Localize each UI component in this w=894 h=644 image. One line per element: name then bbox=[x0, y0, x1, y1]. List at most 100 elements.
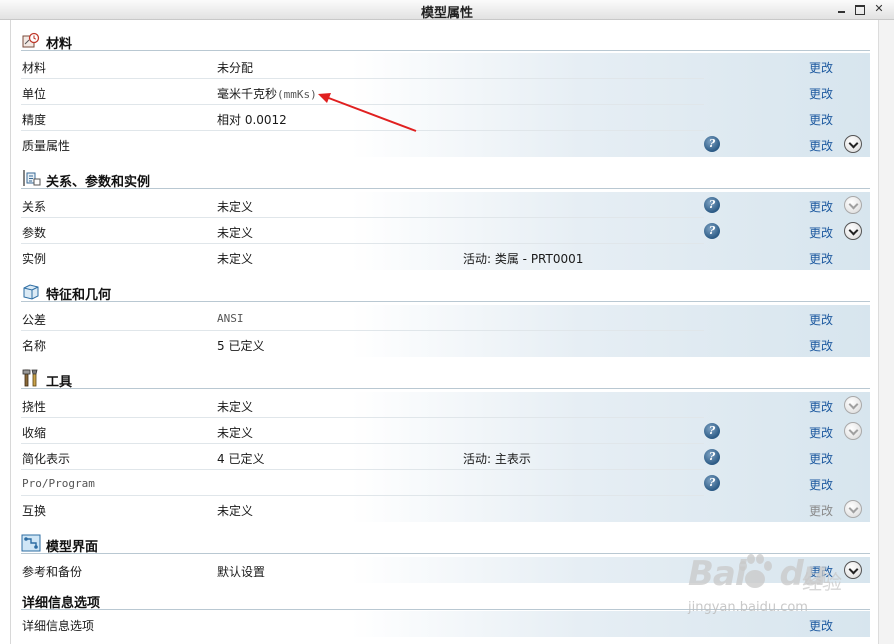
row-value: 未定义 bbox=[217, 400, 254, 414]
section-title: 模型界面 bbox=[46, 540, 99, 555]
close-icon[interactable]: ✕ bbox=[873, 3, 885, 15]
row-label: 精度 bbox=[22, 113, 47, 127]
section-title: 详细信息选项 bbox=[22, 596, 101, 611]
change-link[interactable]: 更改 bbox=[809, 111, 833, 128]
change-link[interactable]: 更改 bbox=[809, 224, 833, 241]
row-accuracy: 精度 相对 0.0012 更改 bbox=[21, 105, 870, 131]
row-value: 4 已定义 bbox=[217, 452, 265, 466]
help-icon[interactable]: ? bbox=[704, 423, 720, 439]
change-link[interactable]: 更改 bbox=[809, 198, 833, 215]
row-pro-program: Pro/Program ? 更改 bbox=[21, 470, 870, 496]
model-interface-icon bbox=[21, 534, 41, 552]
row-label: 参考和备份 bbox=[22, 565, 83, 579]
row-label: 互换 bbox=[22, 504, 47, 518]
row-value: 未定义 bbox=[217, 504, 254, 518]
window-title: 模型属性 bbox=[420, 6, 473, 21]
active-representation: 活动: 主表示 bbox=[463, 452, 531, 466]
row-names: 名称 5 已定义 更改 bbox=[21, 331, 870, 357]
tools-icon bbox=[22, 369, 38, 387]
maximize-icon[interactable] bbox=[854, 3, 866, 15]
frame-left-border bbox=[10, 20, 11, 644]
change-link[interactable]: 更改 bbox=[809, 311, 833, 328]
watermark-sub: 经验 bbox=[802, 570, 842, 594]
tolerance-standard: ANSI bbox=[217, 312, 244, 325]
change-link[interactable]: 更改 bbox=[809, 337, 833, 354]
row-label: 公差 bbox=[22, 313, 47, 327]
help-icon[interactable]: ? bbox=[704, 136, 720, 152]
row-label: 简化表示 bbox=[22, 452, 71, 466]
row-shrinkage: 收缩 未定义 ? 更改 bbox=[21, 418, 870, 444]
change-link[interactable]: 更改 bbox=[809, 250, 833, 267]
active-instance: 活动: 类属 - PRT0001 bbox=[463, 252, 584, 266]
section-title: 特征和几何 bbox=[46, 288, 112, 303]
row-label: 参数 bbox=[22, 226, 47, 240]
units-name: 毫米千克秒 bbox=[217, 87, 278, 101]
change-link[interactable]: 更改 bbox=[809, 476, 833, 493]
row-label: 关系 bbox=[22, 200, 47, 214]
vertical-scrollbar[interactable] bbox=[878, 20, 894, 644]
row-label: 名称 bbox=[22, 339, 47, 353]
row-value: 未定义 bbox=[217, 426, 254, 440]
section-tools: 工具 bbox=[21, 367, 870, 390]
row-value: 默认设置 bbox=[217, 565, 266, 579]
chevron-down-icon[interactable] bbox=[844, 222, 862, 240]
chevron-down-icon[interactable] bbox=[844, 135, 862, 153]
help-icon[interactable]: ? bbox=[704, 449, 720, 465]
chevron-down-icon[interactable] bbox=[844, 396, 862, 414]
units-code: (mmKs) bbox=[277, 88, 317, 101]
row-value: 毫米千克秒(mmKs) bbox=[217, 85, 317, 102]
section-title: 关系、参数和实例 bbox=[46, 175, 151, 190]
change-link[interactable]: 更改 bbox=[809, 424, 833, 441]
paw-icon bbox=[739, 554, 772, 588]
chevron-down-icon[interactable] bbox=[844, 196, 862, 214]
features-icon bbox=[23, 284, 39, 300]
change-link[interactable]: 更改 bbox=[809, 398, 833, 415]
row-label: 详细信息选项 bbox=[22, 619, 95, 633]
row-label: 收缩 bbox=[22, 426, 47, 440]
section-relations: 关系、参数和实例 bbox=[21, 167, 870, 190]
row-label: 单位 bbox=[22, 87, 47, 101]
row-interchange: 互换 未定义 更改 bbox=[21, 496, 870, 522]
row-instances: 实例 未定义 活动: 类属 - PRT0001 更改 bbox=[21, 244, 870, 270]
change-link[interactable]: 更改 bbox=[809, 59, 833, 76]
section-title: 材料 bbox=[46, 37, 73, 52]
baidu-watermark: Bai du 经验 jingyan.baidu.com bbox=[684, 548, 864, 624]
row-flexibility: 挠性 未定义 更改 bbox=[21, 392, 870, 418]
minimize-icon[interactable] bbox=[836, 3, 848, 15]
row-parameters: 参数 未定义 ? 更改 bbox=[21, 218, 870, 244]
row-value: ANSI bbox=[217, 311, 244, 325]
row-value: 未定义 bbox=[217, 200, 254, 214]
row-material: 材料 未分配 更改 bbox=[21, 53, 870, 79]
row-value: 相对 0.0012 bbox=[217, 113, 287, 127]
change-link-disabled: 更改 bbox=[809, 504, 834, 518]
change-link[interactable]: 更改 bbox=[809, 450, 833, 467]
help-icon[interactable]: ? bbox=[704, 475, 720, 491]
row-value: 未定义 bbox=[217, 226, 254, 240]
row-mass-properties: 质量属性 ? 更改 bbox=[21, 131, 870, 157]
row-value: 未定义 bbox=[217, 252, 254, 266]
row-value: 5 已定义 bbox=[217, 339, 265, 353]
row-label: Pro/Program bbox=[22, 477, 95, 490]
row-label: 质量属性 bbox=[22, 139, 71, 153]
row-label: 实例 bbox=[22, 252, 47, 266]
material-icon bbox=[22, 32, 40, 48]
chevron-down-icon bbox=[844, 500, 862, 518]
change-link[interactable]: 更改 bbox=[809, 85, 833, 102]
section-title: 工具 bbox=[46, 375, 73, 390]
watermark-url: jingyan.baidu.com bbox=[688, 600, 808, 615]
section-material: 材料 bbox=[21, 29, 870, 52]
row-tolerance: 公差 ANSI 更改 bbox=[21, 305, 870, 331]
help-icon[interactable]: ? bbox=[704, 223, 720, 239]
title-bar: 模型属性 ✕ bbox=[0, 0, 894, 21]
row-label: 挠性 bbox=[22, 400, 47, 414]
change-link[interactable]: 更改 bbox=[809, 137, 833, 154]
chevron-down-icon[interactable] bbox=[844, 422, 862, 440]
row-simplified-rep: 简化表示 4 已定义 活动: 主表示 ? 更改 bbox=[21, 444, 870, 470]
section-features: 特征和几何 bbox=[21, 280, 870, 303]
row-units: 单位 毫米千克秒(mmKs) 更改 bbox=[21, 79, 870, 105]
help-icon[interactable]: ? bbox=[704, 197, 720, 213]
row-value: 未分配 bbox=[217, 61, 254, 75]
row-relations: 关系 未定义 ? 更改 bbox=[21, 192, 870, 218]
row-label: 材料 bbox=[22, 61, 47, 75]
relations-icon bbox=[23, 170, 41, 186]
